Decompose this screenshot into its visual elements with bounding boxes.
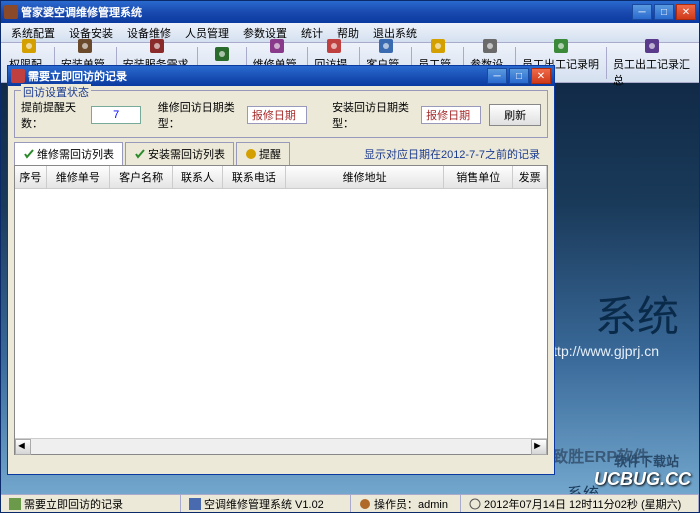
install-date-value: 报修日期	[421, 106, 481, 124]
tool-icon-6	[377, 37, 395, 55]
tabbar: 维修需回访列表 安装需回访列表 提醒 显示对应日期在2012-7-7之前的记录	[14, 142, 548, 165]
tool-icon-3	[213, 45, 231, 63]
scroll-left-button[interactable]: ◄	[15, 439, 31, 455]
tool-icon-10	[643, 37, 661, 55]
groupbox-title: 回访设置状态	[21, 84, 91, 100]
tool-10[interactable]: 员工出工记录汇总	[609, 35, 695, 90]
bell-icon	[245, 148, 257, 160]
close-button[interactable]: ✕	[676, 4, 696, 20]
watermark-logo: UCBUG.CC	[594, 469, 691, 490]
inner-titlebar: 需要立即回访的记录 ─ □ ✕	[8, 66, 554, 86]
tool-icon-4	[268, 37, 286, 55]
inner-close-button[interactable]: ✕	[531, 68, 551, 84]
grid-header: 序号维修单号客户名称联系人联系电话维修地址销售单位发票	[15, 166, 547, 189]
scroll-track[interactable]	[31, 439, 531, 454]
minimize-button[interactable]: ─	[632, 4, 652, 20]
date-hint: 显示对应日期在2012-7-7之前的记录	[364, 146, 548, 162]
tool-icon-0	[20, 37, 38, 55]
days-input[interactable]	[91, 106, 141, 124]
check-icon	[134, 148, 146, 160]
inner-icon	[11, 69, 25, 83]
inner-window: 需要立即回访的记录 ─ □ ✕ 回访设置状态 提前提醒天数： 维修回访日期类型：…	[7, 65, 555, 475]
col-header[interactable]: 发票	[513, 166, 547, 188]
maximize-button[interactable]: □	[654, 4, 674, 20]
bg-system-text: 系统	[595, 283, 679, 344]
settings-groupbox: 回访设置状态 提前提醒天数： 维修回访日期类型： 报修日期 安装回访日期类型： …	[14, 90, 548, 138]
tool-icon-1	[76, 37, 94, 55]
app-icon	[4, 5, 18, 19]
col-header[interactable]: 联系电话	[223, 166, 286, 188]
tab-repair-list[interactable]: 维修需回访列表	[14, 142, 123, 165]
scroll-right-button[interactable]: ►	[531, 439, 547, 455]
col-header[interactable]: 客户名称	[110, 166, 173, 188]
tool-icon-5	[325, 37, 343, 55]
tab-reminder[interactable]: 提醒	[236, 142, 290, 165]
inner-title: 需要立即回访的记录	[28, 68, 487, 84]
col-header[interactable]: 维修单号	[47, 166, 110, 188]
tool-icon-7	[429, 37, 447, 55]
col-header[interactable]: 维修地址	[286, 166, 444, 188]
clock-icon	[469, 498, 481, 510]
status-datetime: 2012年07月14日 12时11分02秒 (星期六)	[484, 496, 681, 512]
status-icon	[9, 498, 21, 510]
col-header[interactable]: 销售单位	[444, 166, 513, 188]
bg-url-text: ttp://www.gjprj.cn	[553, 343, 659, 359]
status-title: 需要立即回访的记录	[24, 496, 123, 512]
tool-icon-8	[481, 37, 499, 55]
tool-icon-9	[552, 37, 570, 55]
horizontal-scrollbar[interactable]: ◄ ►	[15, 438, 547, 454]
watermark-subtitle: 软件下载站	[614, 451, 679, 470]
status-operator: 操作员：admin	[374, 496, 448, 512]
data-grid: 序号维修单号客户名称联系人联系电话维修地址销售单位发票 ◄ ►	[14, 165, 548, 455]
refresh-button[interactable]: 刷新	[489, 104, 541, 126]
col-header[interactable]: 序号	[15, 166, 47, 188]
inner-maximize-button[interactable]: □	[509, 68, 529, 84]
outer-titlebar: 管家婆空调维修管理系统 ─ □ ✕	[1, 1, 699, 23]
repair-date-label: 维修回访日期类型：	[158, 99, 243, 131]
status-version: 空调维修管理系统 V1.02	[204, 496, 324, 512]
outer-title: 管家婆空调维修管理系统	[21, 4, 632, 20]
user-icon	[359, 498, 371, 510]
grid-body	[15, 189, 547, 438]
col-header[interactable]: 联系人	[173, 166, 222, 188]
version-icon	[189, 498, 201, 510]
tool-icon-2	[148, 37, 166, 55]
tab-install-list[interactable]: 安装需回访列表	[125, 142, 234, 165]
repair-date-value: 报修日期	[247, 106, 307, 124]
check-icon	[23, 148, 35, 160]
days-label: 提前提醒天数：	[21, 99, 87, 131]
statusbar: 需要立即回访的记录 空调维修管理系统 V1.02 操作员：admin 2012年…	[1, 494, 699, 512]
inner-minimize-button[interactable]: ─	[487, 68, 507, 84]
install-date-label: 安装回访日期类型：	[332, 99, 417, 131]
